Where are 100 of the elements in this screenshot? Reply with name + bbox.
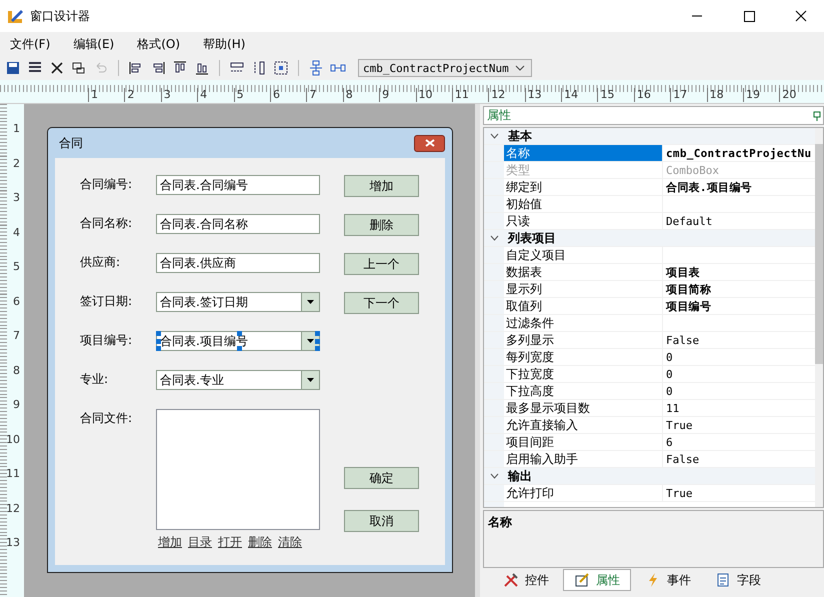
same-size-icon[interactable] [273,60,289,76]
form-icon [574,572,590,588]
resize-handle[interactable] [237,331,242,336]
panel-tab[interactable]: 事件 [635,569,701,591]
resize-handle[interactable] [156,331,161,336]
property-name[interactable]: 初始值 [504,196,663,212]
chevron-down-icon[interactable] [490,473,498,479]
property-value[interactable]: 项目编号 [663,298,712,314]
panel-tab[interactable]: 字段 [705,569,771,591]
description-title: 名称 [488,515,512,529]
property-name[interactable]: 允许直接输入 [504,417,663,433]
property-name[interactable]: 数据表 [504,264,663,280]
property-value[interactable]: 项目表 [663,264,700,280]
ruler-number: 4 [12,226,21,240]
property-name[interactable]: 取值列 [504,298,663,314]
menu-item[interactable]: 帮助(H) [203,36,246,52]
property-name[interactable]: 只读 [504,213,663,229]
property-value[interactable]: 合同表.项目编号 [663,180,752,194]
form-button[interactable]: 删除 [344,214,419,236]
ruler-number: 2 [124,88,161,102]
property-value[interactable]: cmb_ContractProjectNu [663,146,812,160]
text-field[interactable]: 合同表.合同名称 [156,214,320,234]
property-name[interactable]: 允许打印 [504,485,663,501]
form-button[interactable]: 增加 [344,175,419,197]
panel-tab[interactable]: 属性 [563,569,631,591]
property-value[interactable]: False [663,334,700,346]
chevron-down-icon[interactable] [490,133,498,139]
file-list-box[interactable] [156,409,320,530]
property-value[interactable]: 项目简称 [663,282,712,296]
pin-icon[interactable] [813,110,821,120]
property-name[interactable]: 名称 [504,145,663,161]
property-name[interactable]: 启用输入助手 [504,451,663,467]
object-dropdown[interactable]: cmb_ContractProjectNum [358,59,532,77]
property-value[interactable]: True [663,486,692,500]
ruler-number: 13 [524,88,562,102]
ruler-number: 7 [306,88,343,102]
property-name[interactable]: 最多显示项目数 [504,400,663,416]
resize-handle[interactable] [156,339,161,344]
form-button[interactable]: 确定 [344,467,419,489]
ruler-number: 20 [779,88,816,102]
delete-icon[interactable] [49,60,65,76]
property-name[interactable]: 下拉高度 [504,383,663,399]
dialog-title: 合同 [58,134,83,152]
field-label: 合同编号: [80,176,134,193]
property-value[interactable]: 0 [663,350,673,364]
text-field[interactable]: 合同表.合同编号 [156,175,320,195]
property-value[interactable]: 11 [663,402,680,414]
resize-handle[interactable] [237,346,242,351]
property-value[interactable]: False [663,452,700,466]
menu-item[interactable]: 编辑(E) [73,36,114,52]
combo-box[interactable]: 合同表.专业 [156,370,320,390]
form-button[interactable]: 上一个 [344,253,419,275]
text-field[interactable]: 合同表.供应商 [156,253,320,273]
property-value[interactable]: 0 [663,368,673,380]
menu-item[interactable]: 文件(F) [10,36,50,52]
ruler-number: 1 [88,88,124,102]
property-value[interactable]: 0 [663,384,673,398]
property-name[interactable]: 多列显示 [504,332,663,348]
property-name[interactable]: 项目间距 [504,434,663,450]
resize-handle[interactable] [315,331,320,336]
ruler-number: 7 [12,329,21,344]
category-header[interactable]: 基本 [504,128,815,144]
property-name[interactable]: 每列宽度 [504,349,663,365]
resize-handle[interactable] [315,346,320,351]
property-name[interactable]: 绑定到 [504,179,663,195]
form-button[interactable]: 下一个 [344,292,419,314]
property-name[interactable]: 自定义项目 [504,247,663,263]
file-link[interactable]: 目录 [188,534,212,551]
vertical-spacing-icon[interactable] [308,60,324,76]
combo-box[interactable]: 合同表.签订日期 [156,292,320,312]
dropdown-arrow-icon [307,378,314,382]
panel-header: 属性 [483,106,824,125]
close-button[interactable] [414,134,445,152]
save-icon[interactable] [5,60,21,76]
category-header[interactable]: 输出 [504,468,815,484]
file-link[interactable]: 删除 [248,534,272,551]
field-label: 专业: [80,371,110,388]
menu-item[interactable]: 格式(O) [137,36,180,52]
file-link[interactable]: 增加 [158,534,182,551]
file-link[interactable]: 打开 [218,534,242,551]
file-link[interactable]: 清除 [278,534,302,551]
ruler-number: 12 [488,88,525,102]
property-value[interactable]: 6 [663,436,673,448]
scrollbar[interactable] [815,128,823,507]
form-button[interactable]: 取消 [344,510,419,532]
property-name[interactable]: 过滤条件 [504,315,663,331]
chevron-down-icon[interactable] [490,235,498,241]
property-value[interactable]: True [663,418,692,432]
resize-handle[interactable] [315,339,320,344]
panel-tab[interactable]: 控件 [493,569,559,591]
dropdown-arrow-icon [307,300,314,304]
ruler-number: 14 [561,88,598,102]
field-label: 供应商: [80,254,122,271]
category-header[interactable]: 列表项目 [504,230,815,246]
property-name[interactable]: 显示列 [504,281,663,297]
property-value[interactable]: Default [663,214,712,228]
property-name[interactable]: 下拉宽度 [504,366,663,382]
ruler-number: 3 [160,88,198,102]
ruler-number: 10 [5,432,21,448]
resize-handle[interactable] [156,346,161,351]
